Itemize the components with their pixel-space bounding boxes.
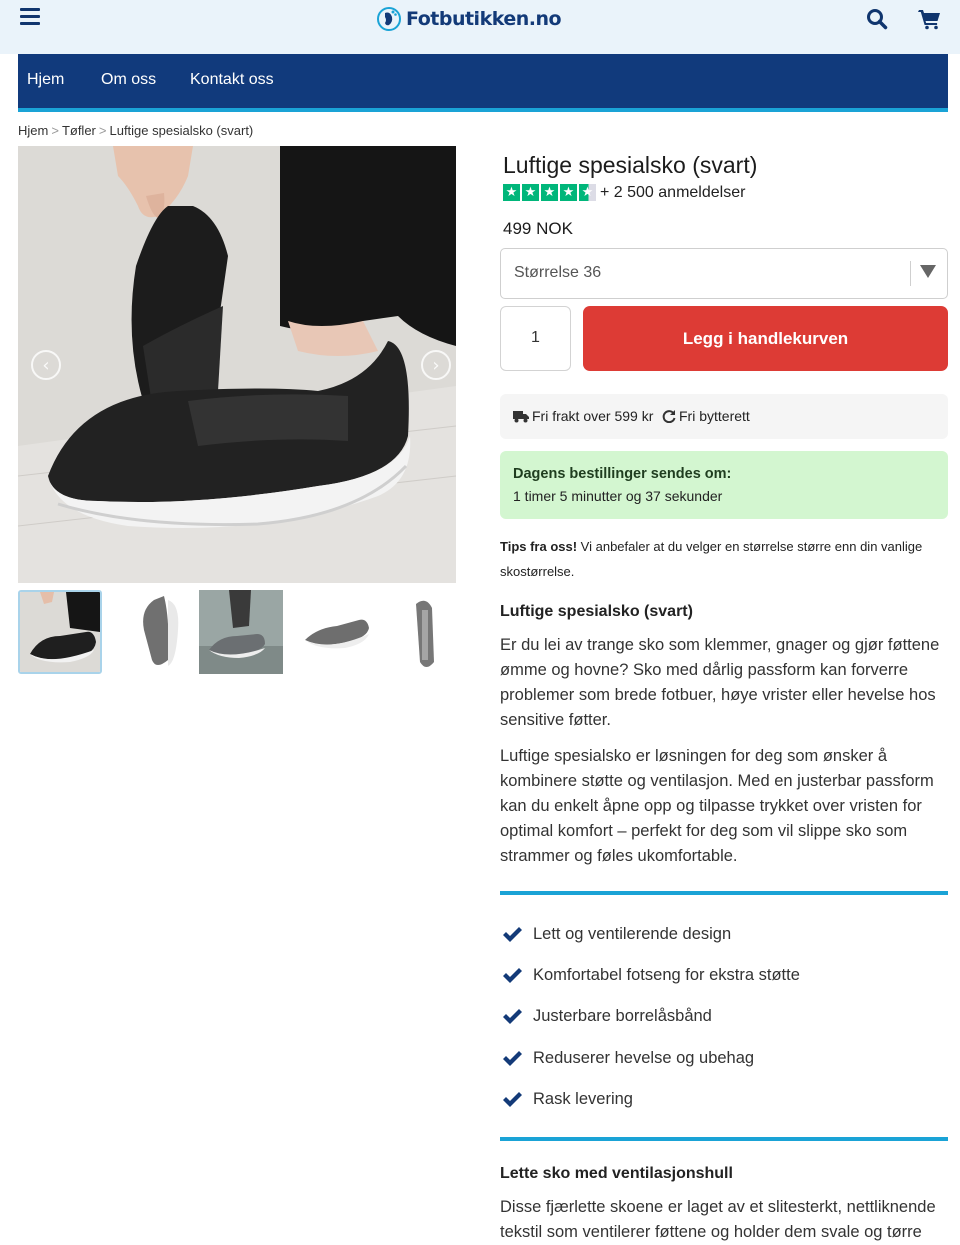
- quantity-input[interactable]: 1: [500, 306, 571, 371]
- description-heading: Luftige spesialsko (svart): [500, 603, 693, 620]
- checkmark-icon: [503, 1091, 522, 1107]
- checkmark-icon: [503, 1008, 522, 1024]
- star-rating: ★ ★ ★ ★ ★: [503, 184, 596, 201]
- shipping-text: Fri frakt over 599 kr: [532, 408, 654, 424]
- feature-item: Reduserer hevelse og ubehag: [502, 1049, 754, 1068]
- search-icon[interactable]: [866, 8, 888, 30]
- checkmark-icon: [503, 1050, 522, 1066]
- exchange-info: Fri bytterett: [662, 408, 750, 424]
- refresh-icon: [662, 410, 676, 423]
- nav-item-kontakt-oss[interactable]: Kontakt oss: [190, 71, 274, 89]
- breadcrumb-separator: >: [98, 123, 107, 138]
- star-icon: ★: [503, 184, 520, 201]
- countdown-title: Dagens bestillinger sendes om:: [513, 466, 732, 482]
- select-divider: [910, 261, 911, 286]
- site-logo[interactable]: Fotbutikken.no: [376, 5, 562, 33]
- feature-text: Komfortabel fotseng for ekstra støtte: [533, 966, 800, 984]
- star-icon: ★: [522, 184, 539, 201]
- tips-lead: Tips fra oss!: [500, 539, 578, 554]
- chevron-down-icon: [920, 265, 936, 278]
- size-select[interactable]: Størrelse 36: [500, 248, 948, 299]
- breadcrumb-item-current: Luftige spesialsko (svart): [109, 123, 254, 138]
- product-main-image[interactable]: ‹ ›: [18, 146, 456, 583]
- gallery-next-button[interactable]: ›: [421, 350, 451, 380]
- thumbnail-4[interactable]: [297, 590, 381, 674]
- add-to-cart-button[interactable]: Legg i handlekurven: [583, 306, 948, 371]
- section-paragraph: Disse fjærlette skoene er laget av et sl…: [500, 1198, 936, 1241]
- section-heading: Lette sko med ventilasjonshull: [500, 1165, 733, 1182]
- chevron-right-icon: ›: [432, 355, 440, 376]
- chevron-left-icon: ‹: [42, 355, 50, 376]
- thumbnail-5[interactable]: [382, 590, 466, 674]
- thumbnail-1[interactable]: [18, 590, 102, 674]
- section-divider: [500, 891, 948, 895]
- breadcrumb-item-category[interactable]: Tøfler: [62, 123, 96, 138]
- product-price: 499 NOK: [503, 219, 573, 238]
- description-paragraph-2: Luftige spesialsko er løsningen for deg …: [500, 747, 934, 865]
- description-paragraph-1: Er du lei av trange sko som klemmer, gna…: [500, 636, 940, 729]
- shipping-info: Fri frakt over 599 kr: [513, 408, 653, 424]
- feature-item: Justerbare borrelåsbånd: [502, 1007, 712, 1026]
- reviews-count[interactable]: + 2 500 anmeldelser: [600, 184, 745, 202]
- tips-text: Tips fra oss! Vi anbefaler at du velger …: [500, 534, 948, 584]
- feature-text: Reduserer hevelse og ubehag: [533, 1049, 755, 1067]
- countdown-time: 1 timer 5 minutter og 37 sekunder: [513, 488, 723, 504]
- star-icon: ★: [541, 184, 558, 201]
- shopping-cart-icon[interactable]: [918, 8, 942, 30]
- main-navigation: Hjem Om oss Kontakt oss: [18, 54, 948, 112]
- countdown-box: Dagens bestillinger sendes om: 1 timer 5…: [500, 451, 948, 519]
- product-photo: [18, 146, 456, 583]
- nav-item-om-oss[interactable]: Om oss: [101, 71, 156, 89]
- feature-text: Rask levering: [533, 1090, 633, 1108]
- nav-item-hjem[interactable]: Hjem: [27, 71, 64, 89]
- feature-text: Justerbare borrelåsbånd: [533, 1007, 712, 1025]
- thumbnail-3[interactable]: [199, 590, 283, 674]
- checkmark-icon: [503, 967, 522, 983]
- exchange-text: Fri bytterett: [679, 408, 750, 424]
- size-select-value: Størrelse 36: [514, 264, 602, 281]
- foot-logo-icon: [377, 7, 401, 31]
- breadcrumb: Hjem > Tøfler > Luftige spesialsko (svart): [18, 123, 253, 138]
- feature-item: Lett og ventilerende design: [502, 925, 731, 944]
- half-star-icon: ★: [579, 184, 596, 201]
- breadcrumb-item-home[interactable]: Hjem: [18, 123, 48, 138]
- thumbnail-strip: [18, 590, 466, 676]
- thumbnail-2[interactable]: [116, 590, 200, 674]
- star-icon: ★: [560, 184, 577, 201]
- hamburger-menu-icon[interactable]: [20, 8, 40, 26]
- feature-item: Rask levering: [502, 1090, 633, 1109]
- product-title: Luftige spesialsko (svart): [503, 152, 758, 178]
- feature-text: Lett og ventilerende design: [533, 925, 732, 943]
- truck-icon: [513, 410, 529, 422]
- shipping-info-box: Fri frakt over 599 kr Fri bytterett: [500, 394, 948, 439]
- top-header: Fotbutikken.no: [0, 0, 960, 54]
- checkmark-icon: [503, 926, 522, 942]
- logo-text: Fotbutikken.no: [406, 8, 562, 30]
- breadcrumb-separator: >: [51, 123, 59, 138]
- section-divider: [500, 1137, 948, 1141]
- feature-item: Komfortabel fotseng for ekstra støtte: [502, 966, 800, 985]
- gallery-prev-button[interactable]: ‹: [31, 350, 61, 380]
